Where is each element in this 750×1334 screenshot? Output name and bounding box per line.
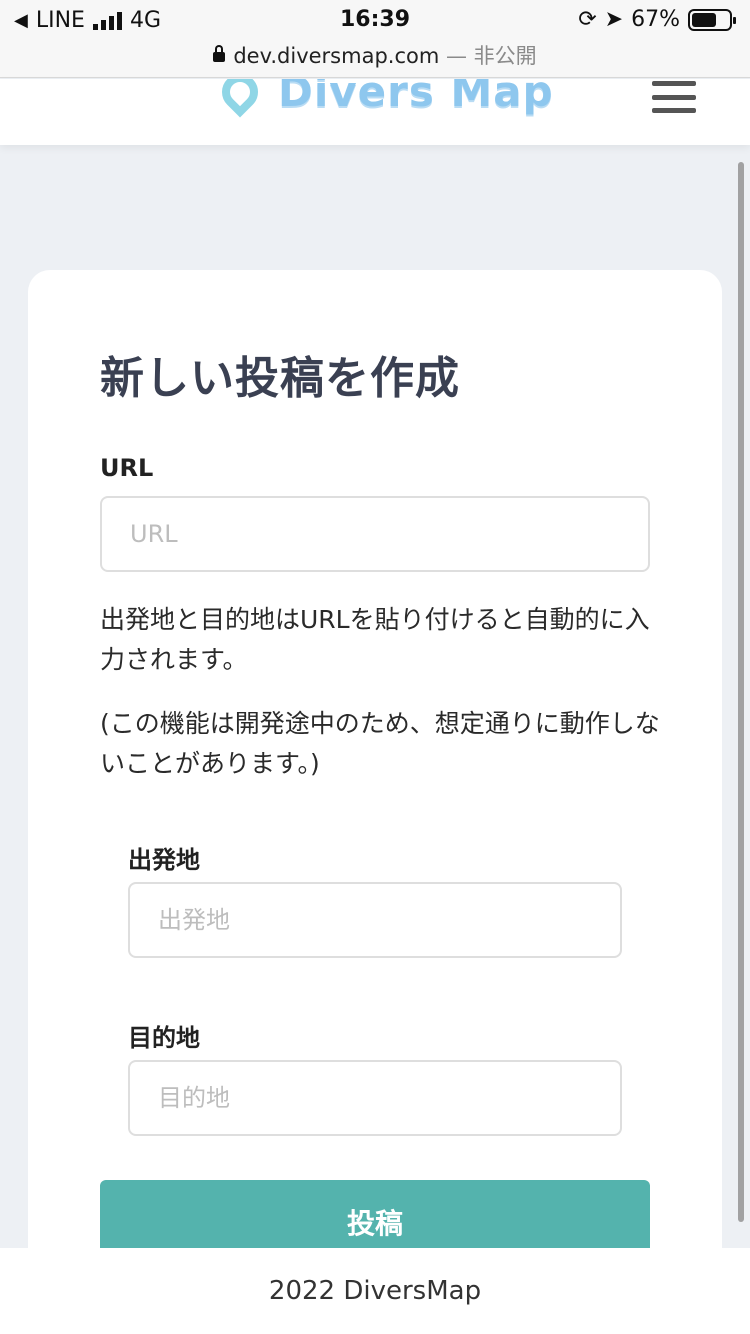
post-form-card: 新しい投稿を作成 URL 出発地と目的地はURLを貼り付けると自動的に入力されま…: [28, 270, 722, 1270]
dev-warning-note: (この機能は開発途中のため、想定通りに動作しないことがあります。): [100, 709, 660, 778]
footer-copyright: 2022 DiversMap: [268, 1276, 482, 1306]
url-domain: dev.diversmap.com: [233, 44, 440, 68]
logo-text: Divers Map: [278, 79, 554, 116]
footer: 2022 DiversMap: [0, 1248, 750, 1334]
origin-label: 出発地: [128, 846, 200, 874]
origin-input[interactable]: [158, 906, 620, 934]
status-bar: ◀ LINE 4G 16:39 ⟳ ➤ 67%: [0, 0, 750, 40]
destination-label: 目的地: [128, 1024, 200, 1052]
location-icon: ➤: [604, 7, 624, 32]
hamburger-icon[interactable]: [652, 81, 696, 113]
map-pin-icon: [214, 79, 266, 117]
url-bar[interactable]: dev.diversmap.com — 非公開: [0, 40, 750, 78]
page-title: 新しい投稿を作成: [100, 353, 460, 404]
destination-input[interactable]: [158, 1084, 620, 1112]
battery-percent: 67%: [631, 7, 680, 32]
battery-fill: [692, 12, 717, 27]
url-input[interactable]: [130, 520, 648, 548]
autofill-note: 出発地と目的地はURLを貼り付けると自動的に入力されます。: [100, 605, 650, 674]
destination-field[interactable]: [128, 1060, 622, 1136]
origin-field[interactable]: [128, 882, 622, 958]
url-field[interactable]: [100, 496, 650, 572]
rotation-lock-icon: ⟳: [578, 7, 597, 32]
url-privacy-suffix: — 非公開: [446, 44, 537, 68]
url-label: URL: [100, 454, 154, 482]
site-header: Divers Map: [0, 79, 750, 145]
scrollbar[interactable]: [738, 162, 744, 1222]
battery-icon: [688, 8, 736, 31]
status-right: ⟳ ➤ 67%: [578, 7, 736, 32]
logo[interactable]: Divers Map: [214, 79, 554, 117]
lock-icon: [213, 45, 226, 62]
